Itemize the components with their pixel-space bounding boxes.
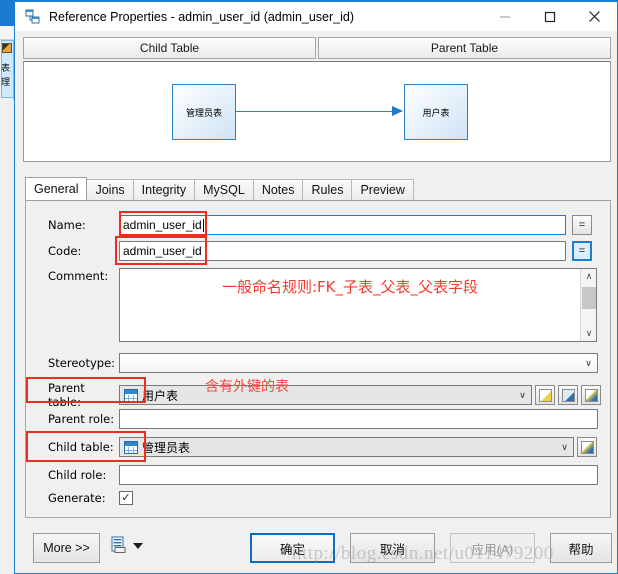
code-equals-button[interactable]: = <box>572 241 592 261</box>
name-row: Name: admin_user_id = <box>26 215 612 235</box>
parent-table-row: Parent table: 用户表 ∨ <box>26 381 612 409</box>
background-window-toolbar <box>0 26 14 40</box>
tab-integrity[interactable]: Integrity <box>132 179 196 200</box>
name-equals-button[interactable]: = <box>572 215 592 235</box>
scroll-up-icon[interactable]: ∧ <box>581 269 597 284</box>
chevron-down-icon[interactable]: ∨ <box>556 442 573 453</box>
relationship-line <box>236 111 396 112</box>
code-label: Code: <box>48 244 82 258</box>
chevron-down-icon[interactable]: ∨ <box>514 390 531 401</box>
child-table-value: 管理员表 <box>142 440 191 455</box>
help-button[interactable]: 帮助 <box>550 533 612 563</box>
close-button[interactable] <box>572 2 617 32</box>
background-window-titlebar <box>0 0 14 26</box>
parent-table-combobox[interactable]: 用户表 ∨ <box>119 385 532 405</box>
tab-strip: General Joins Integrity MySQL Notes Rule… <box>25 177 611 200</box>
tab-notes[interactable]: Notes <box>252 179 304 200</box>
background-window-text-line-1: 表 <box>1 63 11 73</box>
window-controls <box>482 2 617 32</box>
child-table-combobox[interactable]: 管理员表 ∨ <box>119 437 574 457</box>
generate-row: Generate: ✓ <box>26 491 612 505</box>
parent-table-header: Parent Table <box>318 37 611 59</box>
object-properties-button[interactable] <box>581 385 601 405</box>
reference-properties-dialog: Reference Properties - admin_user_id (ad… <box>14 0 618 574</box>
parent-role-label: Parent role: <box>48 412 115 426</box>
parent-entity-box[interactable]: 用户表 <box>404 84 468 140</box>
stereotype-label: Stereotype: <box>48 356 116 370</box>
tab-general[interactable]: General <box>25 177 88 200</box>
background-window-item-icon <box>2 43 12 53</box>
text-caret <box>202 218 204 232</box>
comment-annotation-text: 一般命名规则:FK_子表_父表_父表字段 <box>221 278 479 296</box>
child-role-label: Child role: <box>48 468 107 482</box>
table-icon <box>124 388 138 402</box>
stereotype-combobox[interactable]: ∨ <box>119 353 598 373</box>
preview-headers: Child Table Parent Table <box>23 37 611 59</box>
comment-label: Comment: <box>48 269 109 283</box>
child-table-row: Child table: 管理员表 ∨ <box>26 437 612 457</box>
watermark: http://blog.csdn.net/u011479200 <box>292 543 554 564</box>
relationship-arrow-icon <box>392 106 403 116</box>
chevron-down-icon[interactable]: ∨ <box>580 358 597 369</box>
tab-preview[interactable]: Preview <box>351 179 414 200</box>
stereotype-row: Stereotype: ∨ <box>26 353 612 373</box>
background-window-body <box>0 100 14 574</box>
child-role-input[interactable] <box>119 465 598 485</box>
child-role-row: Child role: <box>26 465 612 485</box>
name-input-value: admin_user_id <box>123 218 202 232</box>
child-table-label: Child table: <box>48 440 114 454</box>
background-window-text-line-2: 理 <box>1 77 11 87</box>
generate-checkbox[interactable]: ✓ <box>119 491 133 505</box>
titlebar: Reference Properties - admin_user_id (ad… <box>15 0 617 31</box>
create-object-button[interactable] <box>535 385 555 405</box>
browse-object-button[interactable] <box>558 385 578 405</box>
comment-textarea[interactable]: 一般命名规则:FK_子表_父表_父表字段 ∧ ∨ <box>119 268 597 342</box>
report-icon[interactable] <box>111 536 127 554</box>
parent-table-label: Parent table: <box>48 381 85 409</box>
table-icon <box>124 440 138 454</box>
scroll-down-icon[interactable]: ∨ <box>581 326 597 341</box>
background-window: 表 理 <box>0 0 14 574</box>
object-properties-button[interactable] <box>577 437 597 457</box>
child-table-header: Child Table <box>23 37 316 59</box>
tab-joins[interactable]: Joins <box>86 179 134 200</box>
parent-table-value: 用户表 <box>142 388 179 403</box>
parent-role-input[interactable] <box>119 409 598 429</box>
maximize-button[interactable] <box>527 2 572 32</box>
minimize-button[interactable] <box>482 2 527 32</box>
relationship-preview: Child Table Parent Table 管理员表 用户表 <box>23 37 611 162</box>
general-tab-panel: Name: admin_user_id = Code: admin_user_i… <box>25 200 611 518</box>
generate-label: Generate: <box>48 491 106 505</box>
diagram-canvas[interactable]: 管理员表 用户表 <box>23 61 611 162</box>
code-row: Code: admin_user_id = <box>26 241 612 261</box>
scrollbar-thumb[interactable] <box>582 287 596 309</box>
tab-mysql[interactable]: MySQL <box>194 179 254 200</box>
code-input-value: admin_user_id <box>123 244 202 258</box>
parent-role-row: Parent role: <box>26 409 612 429</box>
parent-table-annotation-text: 含有外键的表 <box>205 379 289 395</box>
tab-rules[interactable]: Rules <box>302 179 353 200</box>
comment-scrollbar[interactable]: ∧ ∨ <box>580 269 596 341</box>
code-input[interactable]: admin_user_id <box>119 241 566 261</box>
child-entity-box[interactable]: 管理员表 <box>172 84 236 140</box>
window-title: Reference Properties - admin_user_id (ad… <box>49 9 355 24</box>
more-button[interactable]: More >> <box>33 533 100 563</box>
report-dropdown-arrow-icon[interactable] <box>133 543 143 549</box>
name-label: Name: <box>48 218 86 232</box>
name-input[interactable]: admin_user_id <box>119 215 566 235</box>
reference-icon <box>25 9 41 25</box>
